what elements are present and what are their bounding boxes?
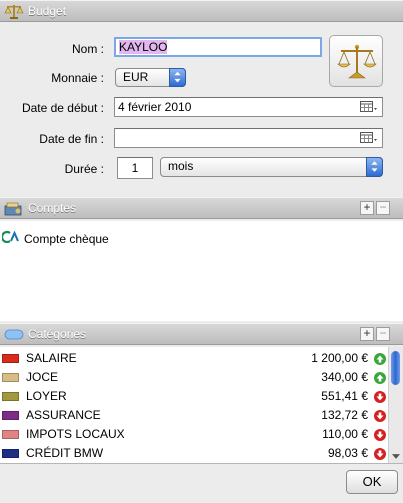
popup-arrows-icon xyxy=(169,68,186,87)
categories-section-title: Catégories xyxy=(28,327,87,341)
category-amount: 551,41 € xyxy=(321,389,368,403)
large-scales-icon xyxy=(337,44,377,79)
currency-label: Monnaie : xyxy=(51,71,104,85)
duration-unit-select[interactable]: mois xyxy=(160,157,383,177)
add-account-button[interactable]: + xyxy=(360,201,374,215)
category-color-swatch xyxy=(2,373,19,382)
scroll-down-icon[interactable] xyxy=(392,454,400,459)
category-color-swatch xyxy=(2,392,19,401)
categories-section-header: Catégories + − xyxy=(0,323,403,345)
duration-unit-value: mois xyxy=(168,159,194,173)
category-amount: 98,03 € xyxy=(327,446,368,460)
popup-arrows-icon xyxy=(366,157,383,177)
category-name: JOCE xyxy=(26,370,59,384)
calendar-icon[interactable] xyxy=(360,101,378,113)
name-field-value: KAYLOO xyxy=(119,40,168,54)
category-name: SALAIRE xyxy=(26,351,77,365)
budget-section-title: Budget xyxy=(28,4,67,18)
name-field[interactable]: KAYLOO xyxy=(114,37,322,57)
account-item[interactable]: Compte chèque xyxy=(0,230,403,248)
category-row[interactable]: ASSURANCE 132,72 € xyxy=(0,406,388,425)
category-row[interactable]: LOYER 551,41 € xyxy=(0,387,388,406)
arrow-down-icon xyxy=(374,448,386,460)
end-date-field[interactable] xyxy=(114,128,383,148)
category-amount: 1 200,00 € xyxy=(311,351,368,365)
category-color-swatch xyxy=(2,354,19,363)
arrow-up-icon xyxy=(374,353,386,365)
duration-field[interactable]: 1 xyxy=(117,157,153,179)
category-row[interactable]: SALAIRE 1 200,00 € xyxy=(0,349,388,368)
category-name: LOYER xyxy=(26,389,67,403)
start-date-field[interactable]: 4 février 2010 xyxy=(114,97,383,117)
category-row[interactable]: IMPOTS LOCAUX 110,00 € xyxy=(0,425,388,444)
name-label: Nom : xyxy=(71,42,104,56)
budget-image-well[interactable] xyxy=(329,35,383,87)
accounts-section-header: Comptes + − xyxy=(0,197,403,219)
currency-select-value: EUR xyxy=(123,70,149,84)
category-row[interactable]: CRÉDIT BMW 98,03 € xyxy=(0,444,388,463)
categories-list: SALAIRE 1 200,00 € JOCE 340,00 € LOYER 5… xyxy=(0,347,403,463)
category-name: ASSURANCE xyxy=(26,408,101,422)
category-amount: 110,00 € xyxy=(322,427,368,441)
account-label: Compte chèque xyxy=(24,232,109,246)
start-date-value: 4 février 2010 xyxy=(118,100,192,114)
accounts-list: Compte chèque xyxy=(0,221,403,321)
footer-divider xyxy=(0,463,403,464)
start-date-label: Date de début : xyxy=(21,101,104,115)
categories-icon xyxy=(4,329,24,340)
calendar-icon[interactable] xyxy=(360,132,378,144)
bank-logo-icon xyxy=(2,231,19,243)
category-amount: 132,72 € xyxy=(321,408,368,422)
category-amount: 340,00 € xyxy=(321,370,368,384)
accounts-icon xyxy=(4,202,22,216)
remove-account-button[interactable]: − xyxy=(376,201,390,215)
scales-icon xyxy=(4,5,24,19)
category-color-swatch xyxy=(2,430,19,439)
add-category-button[interactable]: + xyxy=(360,327,374,341)
duration-label: Durée : xyxy=(64,162,104,176)
end-date-label: Date de fin : xyxy=(39,132,104,146)
remove-category-button[interactable]: − xyxy=(376,327,390,341)
category-row[interactable]: JOCE 340,00 € xyxy=(0,368,388,387)
category-color-swatch xyxy=(2,411,19,420)
category-name: CRÉDIT BMW xyxy=(26,446,104,460)
categories-scrollbar[interactable] xyxy=(388,347,403,463)
scrollbar-thumb[interactable] xyxy=(391,351,400,385)
currency-select[interactable]: EUR xyxy=(115,68,186,87)
ok-button[interactable]: OK xyxy=(346,470,398,494)
category-color-swatch xyxy=(2,449,19,458)
arrow-down-icon xyxy=(374,391,386,403)
arrow-down-icon xyxy=(374,429,386,441)
arrow-down-icon xyxy=(374,410,386,422)
category-name: IMPOTS LOCAUX xyxy=(26,427,125,441)
accounts-section-title: Comptes xyxy=(28,201,77,215)
budget-section-header: Budget xyxy=(0,0,403,22)
arrow-up-icon xyxy=(374,372,386,384)
duration-value: 1 xyxy=(131,161,139,175)
